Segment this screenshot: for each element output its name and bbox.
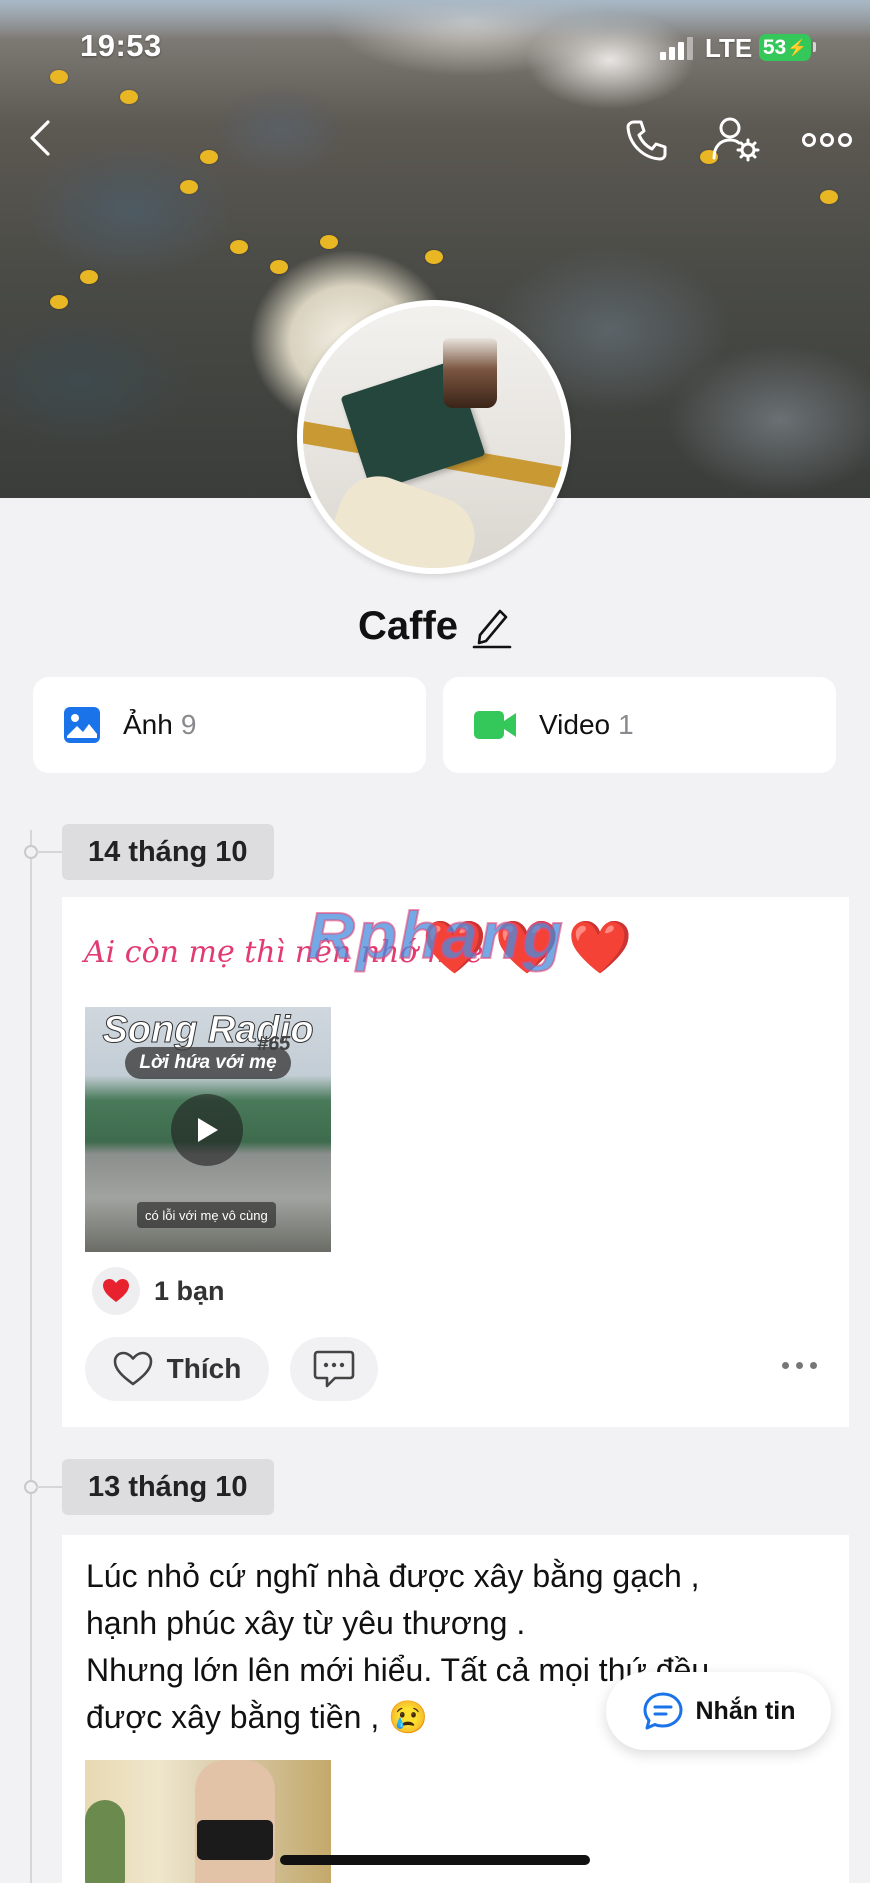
cover-flower (200, 150, 218, 164)
dot (810, 1362, 817, 1369)
battery-level: 53 (762, 35, 787, 59)
video-thumbnail[interactable]: Song Radio #65 Lời hứa với mẹ có lỗi với… (85, 1007, 331, 1252)
photo-plant (85, 1800, 125, 1883)
avatar-coffee-cup (443, 338, 497, 408)
play-icon (198, 1118, 218, 1142)
status-time: 19:53 (80, 28, 162, 63)
cover-flower (180, 180, 198, 194)
photo-clothing (197, 1820, 273, 1860)
video-subtitle: Lời hứa với mẹ (125, 1047, 291, 1079)
photos-card[interactable]: Ảnh 9 (33, 677, 426, 773)
message-button[interactable]: Nhắn tin (606, 1672, 831, 1750)
date-label: 14 tháng 10 (62, 824, 274, 880)
profile-name-row: Caffe (0, 604, 870, 649)
comment-button[interactable] (290, 1337, 378, 1401)
reaction-count: 1 bạn (154, 1275, 225, 1306)
like-label: Thích (166, 1353, 242, 1384)
photos-label: Ảnh (123, 709, 173, 740)
avatar[interactable] (297, 300, 571, 574)
cover-flower (50, 295, 68, 309)
call-button[interactable] (624, 118, 668, 167)
pencil-icon[interactable] (472, 605, 512, 649)
home-indicator[interactable] (280, 1855, 590, 1865)
heart-outline-icon (113, 1351, 152, 1386)
dot (782, 1362, 789, 1369)
post-more-button[interactable] (782, 1362, 817, 1369)
network-type: LTE (705, 33, 753, 63)
phone-icon (626, 120, 667, 161)
video-caption: có lỗi với mẹ vô cùng (137, 1202, 276, 1228)
videos-count: 1 (618, 709, 634, 740)
date-label: 13 tháng 10 (62, 1459, 274, 1515)
photos-count: 9 (180, 709, 197, 740)
cover-flower (80, 270, 98, 284)
timeline-line (30, 830, 32, 1883)
profile-name: Caffe (357, 604, 459, 648)
comment-icon (313, 1350, 355, 1388)
video-camera-icon (474, 711, 516, 739)
dot (796, 1362, 803, 1369)
message-button-label: Nhắn tin (695, 1696, 796, 1725)
post-text-line: Lúc nhỏ cứ nghĩ nhà được xây bằng gạch , (86, 1558, 700, 1594)
signal-icon (660, 36, 694, 60)
battery-tip (813, 42, 816, 52)
cover-flower (120, 90, 138, 104)
reaction-summary[interactable]: 1 bạn (92, 1267, 225, 1315)
cover-flower (820, 190, 838, 204)
status-bar: 19:53 LTE 53 ⚡ (0, 0, 870, 90)
reaction-bubble (92, 1267, 140, 1315)
chevron-left-icon (30, 120, 50, 156)
post-text-line: hạnh phúc xây từ yêu thương . (86, 1605, 526, 1641)
videos-card[interactable]: Video 1 (443, 677, 836, 773)
more-horizontal-icon (802, 133, 852, 147)
more-button[interactable] (802, 130, 852, 155)
play-button[interactable] (171, 1094, 243, 1166)
battery-icon: 53 ⚡ (759, 34, 811, 61)
profile-settings-button[interactable] (712, 116, 762, 169)
back-button[interactable] (26, 118, 56, 163)
image-icon (64, 707, 100, 743)
like-button[interactable]: Thích (85, 1337, 269, 1401)
heart-icon (103, 1279, 129, 1302)
video-title: Song Radio (102, 1009, 314, 1052)
watermark: Rphang (306, 897, 565, 973)
videos-label: Video (539, 709, 611, 740)
post-card[interactable]: Ai còn mẹ thì nên nhớ nhé ❤️❤️❤️ Rphang … (62, 897, 849, 1427)
person-gear-icon (712, 117, 760, 162)
chat-bubble-icon (643, 1692, 682, 1730)
